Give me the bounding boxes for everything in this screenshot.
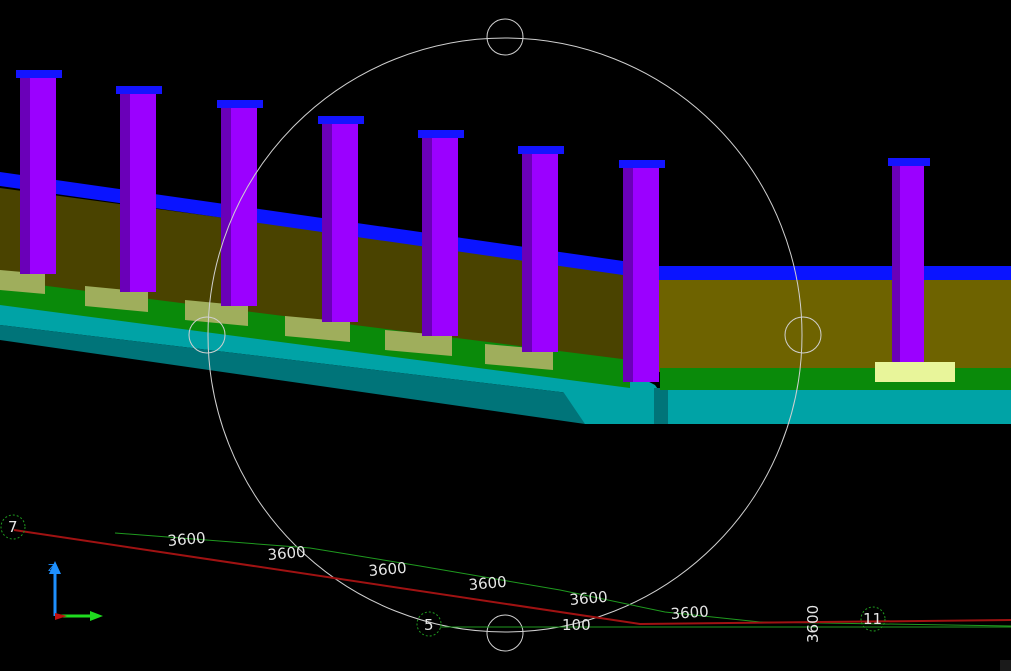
dimension-label: 3600: [167, 529, 207, 550]
grid-marker-label: 11: [863, 610, 882, 628]
column: [888, 158, 930, 362]
axis-label-z: Z: [48, 563, 55, 574]
grid-marker-label: 7: [8, 518, 18, 536]
column: [518, 146, 564, 352]
curb-right: [660, 368, 1011, 390]
top-beam-right: [658, 266, 1011, 280]
column: [116, 86, 162, 292]
dimension-label: 3600: [468, 573, 508, 594]
dimension-label: 3600: [267, 543, 307, 564]
dimension-label: 100: [562, 616, 591, 634]
bearing-pad: [875, 362, 955, 382]
column: [217, 100, 263, 306]
slab-right: [660, 388, 1011, 424]
column: [418, 130, 464, 336]
dimension-label: 3600: [569, 588, 609, 609]
grid-marker-label: 5: [424, 616, 434, 634]
dimension-label: 3600: [804, 605, 822, 643]
viewport-corner-control[interactable]: [1000, 660, 1011, 671]
dimension-label: 3600: [670, 602, 709, 623]
column: [619, 160, 665, 382]
3d-model-viewport[interactable]: 3600 3600 3600 3600 3600 3600 100 3600 7…: [0, 0, 1011, 671]
column: [318, 116, 364, 322]
dimension-label: 3600: [368, 559, 408, 580]
slab-joint: [654, 388, 668, 424]
wall-panel-right: [658, 280, 1011, 372]
grid-marker[interactable]: 11: [860, 606, 886, 632]
column: [16, 70, 62, 274]
